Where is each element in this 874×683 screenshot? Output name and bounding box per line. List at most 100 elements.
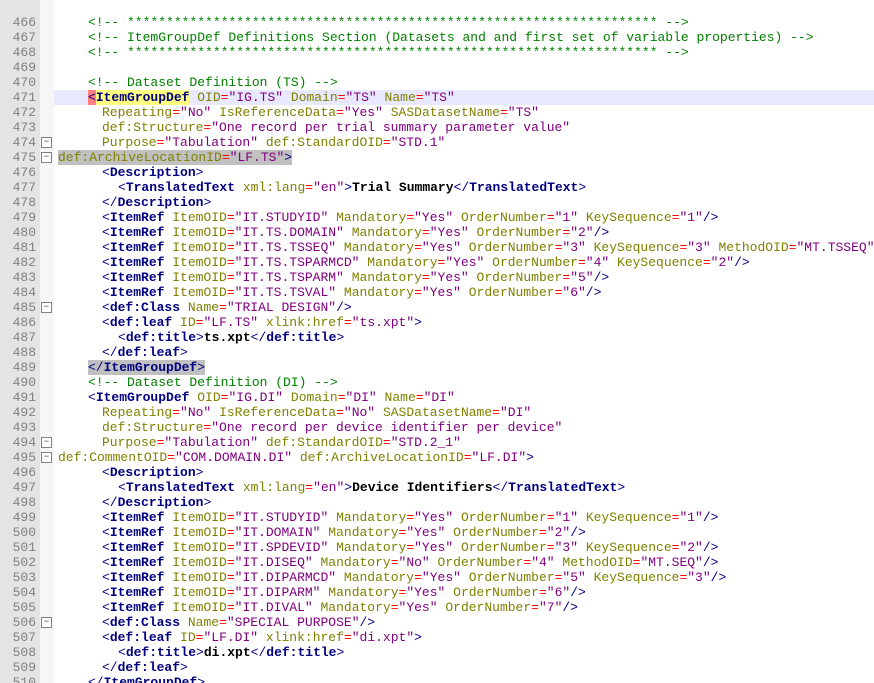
line-number: 507 (6, 630, 36, 645)
fold-toggle[interactable]: − (41, 137, 52, 148)
line-number: 471 (6, 90, 36, 105)
fold-toggle[interactable]: − (41, 617, 52, 628)
code-line[interactable]: def:CommentOID="COM.DOMAIN.DI" def:Archi… (54, 450, 874, 465)
code-line[interactable]: </def:leaf> (54, 660, 874, 675)
line-number: 478 (6, 195, 36, 210)
line-number: 484 (6, 285, 36, 300)
line-number: 488 (6, 345, 36, 360)
code-line[interactable]: Purpose="Tabulation" def:StandardOID="ST… (54, 135, 874, 150)
code-line[interactable]: <def:leaf ID="LF.TS" xlink:href="ts.xpt"… (54, 315, 874, 330)
line-number: 487 (6, 330, 36, 345)
code-line[interactable]: <ItemRef ItemOID="IT.STUDYID" Mandatory=… (54, 510, 874, 525)
line-number: 474 (6, 135, 36, 150)
line-number: 494 (6, 435, 36, 450)
code-line[interactable]: <ItemRef ItemOID="IT.TS.TSSEQ" Mandatory… (54, 240, 874, 255)
code-line[interactable]: <!-- Dataset Definition (TS) --> (54, 75, 874, 90)
code-line[interactable]: <!-- ***********************************… (54, 15, 874, 30)
line-number: 490 (6, 375, 36, 390)
line-number: 475 (6, 150, 36, 165)
line-number: 482 (6, 255, 36, 270)
code-line[interactable]: <ItemRef ItemOID="IT.DIVAL" Mandatory="Y… (54, 600, 874, 615)
fold-toggle[interactable]: − (41, 452, 52, 463)
code-area[interactable]: <!-- ***********************************… (54, 0, 874, 683)
code-line[interactable]: <ItemRef ItemOID="IT.TS.TSPARMCD" Mandat… (54, 255, 874, 270)
line-number: 491 (6, 390, 36, 405)
code-line[interactable]: <def:title>di.xpt</def:title> (54, 645, 874, 660)
code-line[interactable]: Repeating="No" IsReferenceData="Yes" SAS… (54, 105, 874, 120)
line-number: 476 (6, 165, 36, 180)
line-number: 489 (6, 360, 36, 375)
code-line[interactable]: <ItemRef ItemOID="IT.STUDYID" Mandatory=… (54, 210, 874, 225)
line-number: 499 (6, 510, 36, 525)
line-number: 510 (6, 675, 36, 683)
line-number: 469 (6, 60, 36, 75)
line-number: 468 (6, 45, 36, 60)
code-line[interactable]: <ItemRef ItemOID="IT.DISEQ" Mandatory="N… (54, 555, 874, 570)
line-number: 496 (6, 465, 36, 480)
code-line[interactable]: <ItemRef ItemOID="IT.TS.DOMAIN" Mandator… (54, 225, 874, 240)
line-number: 479 (6, 210, 36, 225)
line-number: 495 (6, 450, 36, 465)
code-line[interactable]: </Description> (54, 495, 874, 510)
line-number: 508 (6, 645, 36, 660)
code-line[interactable]: </ItemGroupDef> (54, 675, 874, 683)
line-number: 497 (6, 480, 36, 495)
code-line[interactable]: def:Structure="One record per trial summ… (54, 120, 874, 135)
code-line[interactable]: </def:leaf> (54, 345, 874, 360)
fold-column[interactable]: − − − − − − (40, 0, 54, 683)
code-line[interactable]: Repeating="No" IsReferenceData="No" SASD… (54, 405, 874, 420)
line-number: 467 (6, 30, 36, 45)
fold-toggle[interactable]: − (41, 437, 52, 448)
code-line[interactable]: def:Structure="One record per device ide… (54, 420, 874, 435)
code-line[interactable] (54, 0, 874, 15)
line-number: 485 (6, 300, 36, 315)
line-number: 504 (6, 585, 36, 600)
code-line[interactable]: <def:title>ts.xpt</def:title> (54, 330, 874, 345)
code-line[interactable]: <TranslatedText xml:lang="en">Trial Summ… (54, 180, 874, 195)
line-number: 492 (6, 405, 36, 420)
code-line[interactable]: <TranslatedText xml:lang="en">Device Ide… (54, 480, 874, 495)
code-line[interactable]: <def:Class Name="SPECIAL PURPOSE"/> (54, 615, 874, 630)
code-line[interactable]: <ItemRef ItemOID="IT.DOMAIN" Mandatory="… (54, 525, 874, 540)
code-line[interactable]: <!-- Dataset Definition (DI) --> (54, 375, 874, 390)
line-number: 493 (6, 420, 36, 435)
line-number: 503 (6, 570, 36, 585)
code-line[interactable]: <ItemRef ItemOID="IT.SPDEVID" Mandatory=… (54, 540, 874, 555)
code-editor[interactable]: 4664674684694704714724734744754764774784… (0, 0, 874, 683)
code-line[interactable]: <def:Class Name="TRIAL DESIGN"/> (54, 300, 874, 315)
line-number: 473 (6, 120, 36, 135)
line-number (6, 0, 36, 15)
code-line[interactable]: <Description> (54, 165, 874, 180)
code-line[interactable]: </ItemGroupDef> (54, 360, 874, 375)
line-number: 466 (6, 15, 36, 30)
fold-toggle[interactable]: − (41, 152, 52, 163)
code-line[interactable]: <!-- ***********************************… (54, 45, 874, 60)
line-number-gutter: 4664674684694704714724734744754764774784… (0, 0, 40, 683)
code-line[interactable]: <ItemRef ItemOID="IT.TS.TSVAL" Mandatory… (54, 285, 874, 300)
line-number: 501 (6, 540, 36, 555)
line-number: 502 (6, 555, 36, 570)
code-line[interactable]: <Description> (54, 465, 874, 480)
line-number: 483 (6, 270, 36, 285)
code-line[interactable]: <def:leaf ID="LF.DI" xlink:href="di.xpt"… (54, 630, 874, 645)
code-line[interactable]: def:ArchiveLocationID="LF.TS"> (54, 150, 874, 165)
fold-toggle[interactable]: − (41, 302, 52, 313)
code-line[interactable]: <ItemRef ItemOID="IT.DIPARM" Mandatory="… (54, 585, 874, 600)
line-number: 505 (6, 600, 36, 615)
line-number: 480 (6, 225, 36, 240)
code-line[interactable]: <!-- ItemGroupDef Definitions Section (D… (54, 30, 874, 45)
line-number: 472 (6, 105, 36, 120)
line-number: 486 (6, 315, 36, 330)
code-line[interactable]: <ItemGroupDef OID="IG.TS" Domain="TS" Na… (54, 90, 874, 105)
code-line[interactable]: <ItemGroupDef OID="IG.DI" Domain="DI" Na… (54, 390, 874, 405)
line-number: 477 (6, 180, 36, 195)
line-number: 509 (6, 660, 36, 675)
line-number: 470 (6, 75, 36, 90)
code-line[interactable]: <ItemRef ItemOID="IT.DIPARMCD" Mandatory… (54, 570, 874, 585)
code-line[interactable]: <ItemRef ItemOID="IT.TS.TSPARM" Mandator… (54, 270, 874, 285)
code-line[interactable] (54, 60, 874, 75)
line-number: 500 (6, 525, 36, 540)
line-number: 481 (6, 240, 36, 255)
code-line[interactable]: Purpose="Tabulation" def:StandardOID="ST… (54, 435, 874, 450)
code-line[interactable]: </Description> (54, 195, 874, 210)
